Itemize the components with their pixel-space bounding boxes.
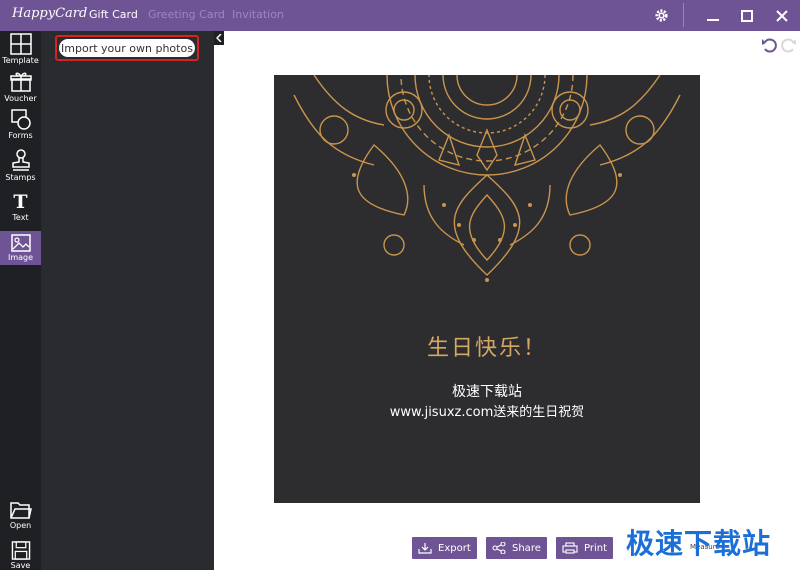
sidebar-item-stamps[interactable]: Stamps [0,148,41,184]
share-label: Share [512,542,541,554]
tab-greeting-card[interactable]: Greeting Card [148,8,225,21]
sidebar-item-label: Image [7,253,34,262]
share-button[interactable]: Share [486,537,547,559]
export-label: Export [438,542,471,554]
collapse-panel-button[interactable] [214,31,224,45]
maximize-icon[interactable] [734,0,760,31]
card-title[interactable]: 生日快乐！ [274,330,700,362]
tab-gift-card[interactable]: Gift Card [89,8,138,21]
sidebar-item-label: Forms [8,131,33,140]
image-panel: Import your own photos [41,31,214,570]
sidebar-item-label: Open [9,521,32,530]
import-photos-button[interactable]: Import your own photos [59,39,195,57]
sidebar-item-template[interactable]: Template [0,33,41,68]
print-label: Print [584,542,608,554]
sidebar-item-save[interactable]: Save [0,541,41,570]
tool-sidebar: Template Voucher Forms Stamps T Text Ima… [0,31,41,570]
export-button[interactable]: Export [412,537,477,559]
share-icon [492,542,506,554]
import-photos-highlight: Import your own photos [55,35,199,61]
sidebar-item-label: Template [2,56,39,65]
app-logo: HappyCard [12,6,88,21]
sidebar-item-label: Save [10,561,31,570]
grid-icon [9,33,32,55]
title-bar: HappyCard Gift Card Greeting Card Invita… [0,0,800,31]
gift-icon [9,72,32,92]
shapes-icon [10,109,31,130]
chevron-left-icon [216,34,222,42]
sidebar-item-forms[interactable]: Forms [0,108,41,142]
text-icon: T [13,191,28,213]
sidebar-item-image[interactable]: Image [0,231,41,265]
sidebar-item-label: Voucher [4,94,37,103]
site-watermark: 极速下载站 [626,527,772,560]
undo-icon[interactable] [761,37,777,57]
card-line-2[interactable]: www.jisuxz.com送来的生日祝贺 [274,401,700,420]
card-line-1[interactable]: 极速下载站 [274,381,700,401]
sidebar-item-label: Stamps [5,173,36,182]
sidebar-item-text[interactable]: T Text [0,192,41,224]
sidebar-item-label: Text [12,213,29,222]
minimize-icon[interactable] [700,0,726,31]
save-icon [11,541,30,560]
sidebar-item-open[interactable]: Open [0,500,41,532]
printer-icon [562,542,578,554]
gear-icon[interactable] [648,0,674,31]
export-icon [418,543,432,554]
titlebar-separator [683,3,684,27]
image-icon [10,234,31,252]
close-icon[interactable] [769,0,795,31]
print-button[interactable]: Print [556,537,614,559]
greeting-card[interactable]: 生日快乐！ 极速下载站 www.jisuxz.com送来的生日祝贺 [274,75,700,503]
stamp-icon [11,149,30,171]
mandala-ornament [293,75,681,282]
folder-icon [9,502,32,519]
sidebar-item-voucher[interactable]: Voucher [0,71,41,105]
tab-invitation[interactable]: Invitation [232,8,284,21]
redo-icon[interactable] [781,37,797,57]
